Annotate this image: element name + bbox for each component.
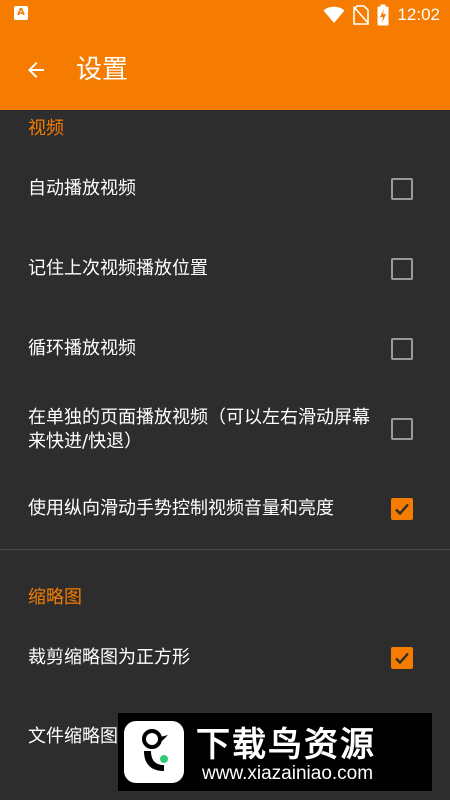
pref-item-remember-position[interactable]: 记住上次视频播放位置: [0, 230, 450, 308]
watermark-logo: [124, 721, 184, 783]
loop-video-checkbox[interactable]: [391, 338, 413, 360]
vertical-swipe-gestures-checkbox[interactable]: [391, 498, 413, 520]
watermark-overlay: 下载鸟资源 www.xiazainiao.com: [118, 713, 432, 791]
pref-label: 记住上次视频播放位置: [28, 258, 208, 279]
arrow-left-icon: [28, 62, 44, 78]
pref-item-autoplay-video[interactable]: 自动播放视频: [0, 150, 450, 228]
pref-item-vertical-swipe-gestures[interactable]: 使用纵向滑动手势控制视频音量和亮度: [0, 472, 450, 548]
pref-label: 使用纵向滑动手势控制视频音量和亮度: [28, 498, 334, 519]
battery-charging-icon: [377, 4, 389, 26]
status-time: 12:02: [397, 5, 440, 24]
section-divider: [0, 549, 450, 550]
checkmark-icon: [395, 652, 409, 665]
app-notification-icon: A: [14, 6, 28, 20]
pref-item-loop-video[interactable]: 循环播放视频: [0, 310, 450, 388]
status-icons: 12:02: [323, 0, 440, 30]
pref-label: 循环播放视频: [28, 338, 136, 359]
separate-page-playback-checkbox[interactable]: [391, 418, 413, 440]
section-title-thumbnails: 缩略图: [28, 587, 82, 608]
app-bar: 设置: [0, 30, 450, 110]
watermark-url: www.xiazainiao.com: [202, 763, 374, 784]
pref-item-crop-thumbnails[interactable]: 裁剪缩略图为正方形: [0, 620, 450, 698]
wifi-icon: [323, 6, 345, 24]
pref-item-separate-page-playback[interactable]: 在单独的页面播放视频（可以左右滑动屏幕来快进/快退）: [0, 390, 450, 470]
watermark-title: 下载鸟资源: [196, 725, 376, 765]
autoplay-video-checkbox[interactable]: [391, 178, 413, 200]
pref-label: 自动播放视频: [28, 178, 136, 199]
status-bar: A 12:02: [0, 0, 450, 30]
section-title-video: 视频: [28, 118, 64, 139]
remember-position-checkbox[interactable]: [391, 258, 413, 280]
no-sim-icon: [353, 5, 370, 25]
page-title: 设置: [76, 55, 129, 85]
pref-label: 在单独的页面播放视频（可以左右滑动屏幕来快进/快退）: [28, 407, 370, 452]
back-button[interactable]: [14, 48, 58, 92]
bird-logo-icon: [142, 729, 168, 771]
crop-thumbnails-checkbox[interactable]: [391, 647, 413, 669]
pref-label: 裁剪缩略图为正方形: [28, 647, 190, 668]
checkmark-icon: [395, 503, 409, 516]
